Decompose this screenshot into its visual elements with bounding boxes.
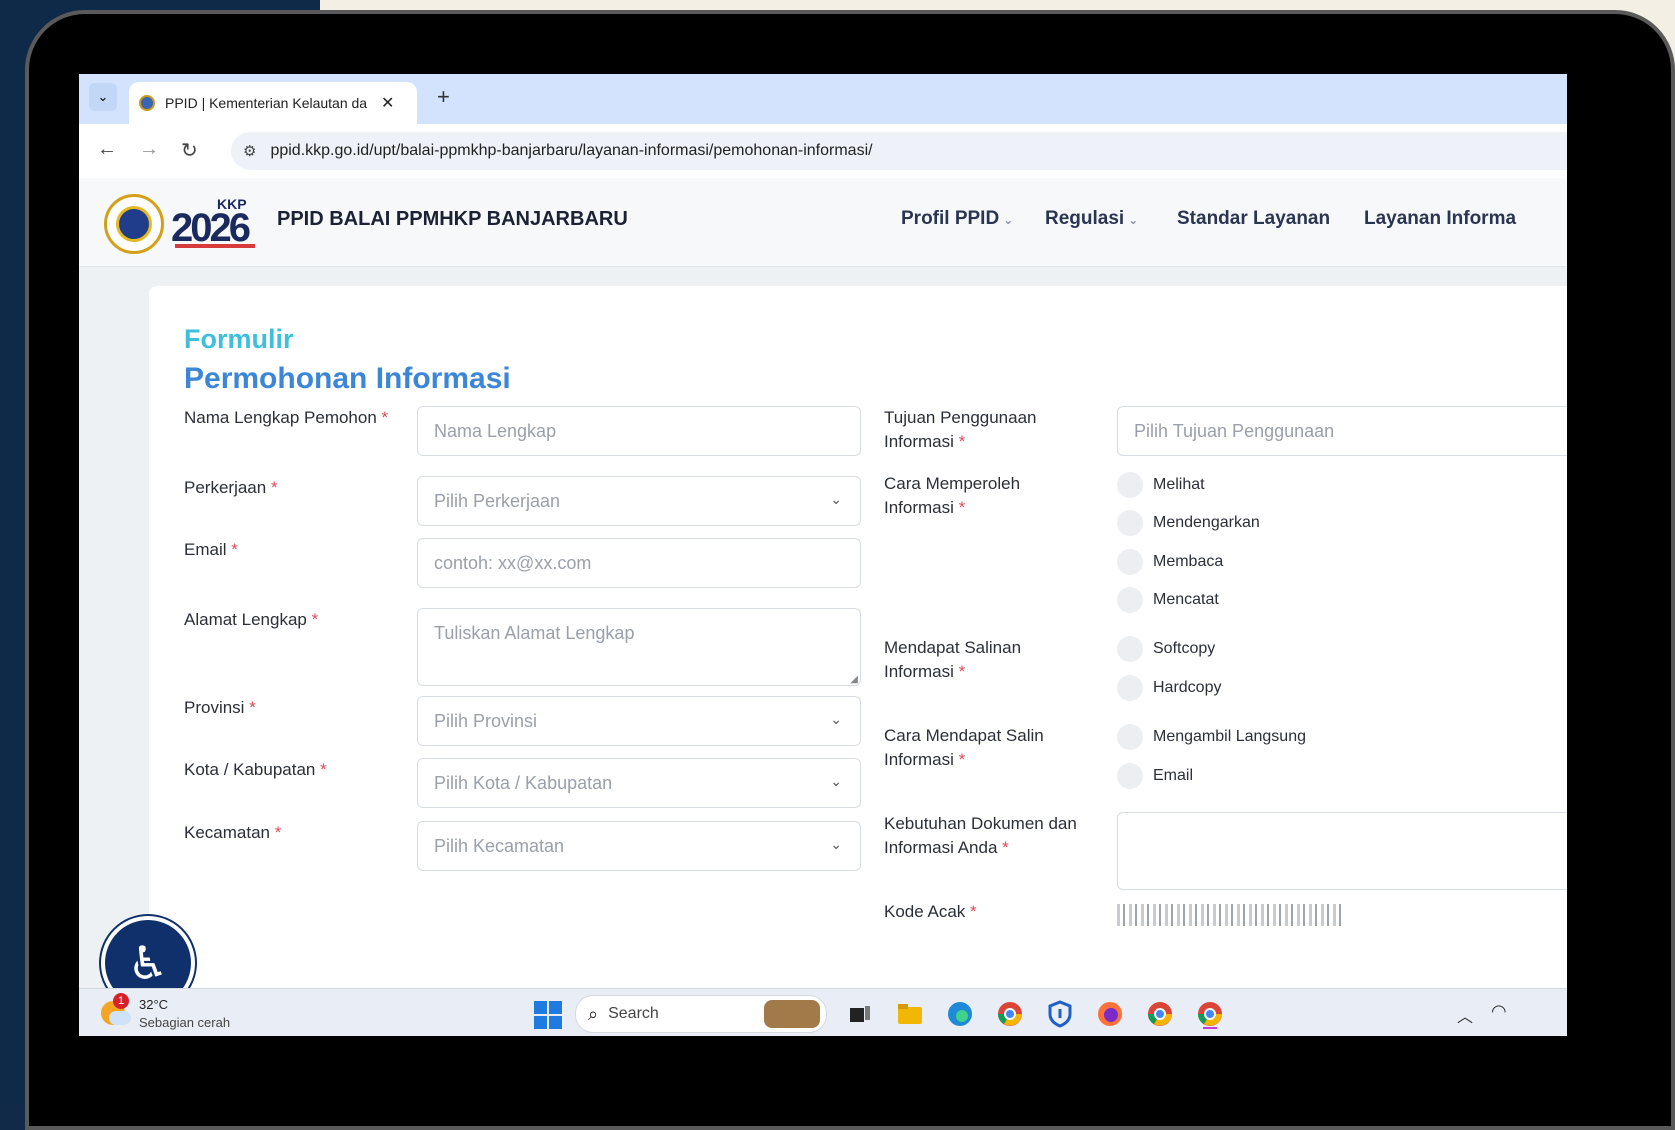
tablet-frame: ⌄ PPID | Kementerian Kelautan da ✕ + ← →… (25, 10, 1675, 1130)
nama-input[interactable]: Nama Lengkap (417, 406, 861, 456)
edge-icon[interactable] (945, 999, 975, 1029)
new-tab-button[interactable]: + (437, 84, 450, 110)
provinsi-label: Provinsi * (184, 698, 256, 717)
nav-layanan-informasi[interactable]: Layanan Informa (1364, 208, 1516, 230)
tab-search-chevron-icon[interactable]: ⌄ (89, 83, 117, 111)
reload-icon[interactable]: ↻ (181, 138, 198, 163)
weather-desc: Sebagian cerah (139, 1015, 231, 1030)
form-title-small: Formulir (184, 324, 294, 354)
radio-mendengarkan[interactable]: Mendengarkan (1117, 510, 1260, 536)
provinsi-select[interactable]: Pilih Provinsi ⌄ (417, 696, 861, 746)
tray-expand-icon[interactable]: ︿ (1457, 1003, 1473, 1027)
chevron-down-icon: ⌄ (830, 491, 842, 507)
radio-hardcopy[interactable]: Hardcopy (1117, 675, 1221, 701)
radio-membaca[interactable]: Membaca (1117, 549, 1223, 575)
cara-label: Cara Memperoleh Informasi * (884, 474, 1021, 517)
windows-taskbar: 1 32°C Sebagian cerah ⌕ Search ︿ ◠ (79, 988, 1567, 1036)
forward-arrow-icon[interactable]: → (139, 138, 159, 161)
captcha-image (1117, 904, 1342, 926)
site-settings-icon[interactable]: ⚙ (243, 142, 256, 160)
chrome-icon[interactable] (995, 999, 1025, 1029)
wifi-icon[interactable]: ◠ (1491, 1001, 1507, 1022)
kecamatan-select[interactable]: Pilih Kecamatan ⌄ (417, 821, 861, 871)
kode-acak-label: Kode Acak * (884, 902, 977, 921)
tab-title: PPID | Kementerian Kelautan da (165, 95, 368, 111)
weather-temp: 32°C (139, 997, 169, 1012)
radio-mencatat[interactable]: Mencatat (1117, 587, 1219, 613)
alamat-label: Alamat Lengkap * (184, 610, 319, 629)
chevron-down-icon: ⌄ (1003, 213, 1014, 227)
perkerjaan-label: Perkerjaan * (184, 478, 278, 497)
alamat-textarea[interactable]: Tuliskan Alamat Lengkap ◢ (417, 608, 861, 686)
chevron-down-icon: ⌄ (830, 836, 842, 852)
url-text: ppid.kkp.go.id/upt/balai-ppmkhp-banjarba… (270, 142, 873, 159)
weather-icon[interactable]: 1 (101, 993, 133, 1029)
perkerjaan-select[interactable]: Pilih Perkerjaan ⌄ (417, 476, 861, 526)
address-bar-row: ← → ↻ ⚙ ppid.kkp.go.id/upt/balai-ppmkhp-… (79, 124, 1567, 178)
search-highlight-icon (764, 1000, 820, 1028)
search-icon: ⌕ (588, 1003, 599, 1024)
file-explorer-icon[interactable] (895, 999, 925, 1029)
form-card: Formulir Permohonan Informasi Nama Lengk… (149, 286, 1567, 1006)
kebutuhan-textarea[interactable] (1117, 812, 1567, 890)
salinan-label: Mendapat Salinan Informasi * (884, 638, 1022, 681)
ministry-emblem-icon[interactable] (104, 194, 164, 254)
kecamatan-label: Kecamatan * (184, 823, 282, 842)
nav-standar-layanan[interactable]: Standar Layanan (1177, 208, 1330, 230)
kebutuhan-label: Kebutuhan Dokumen dan Informasi Anda * (884, 814, 1077, 857)
web-page: KKP 2026 PPID BALAI PPMHKP BANJARBARU Pr… (79, 178, 1567, 1010)
back-arrow-icon[interactable]: ← (97, 138, 117, 161)
kota-select[interactable]: Pilih Kota / Kabupatan ⌄ (417, 758, 861, 808)
chrome-profile-active-icon[interactable] (1195, 999, 1225, 1029)
chevron-down-icon: ⌄ (830, 711, 842, 727)
nama-label: Nama Lengkap Pemohon * (184, 408, 389, 427)
site-name[interactable]: PPID BALAI PPMHKP BANJARBARU (277, 208, 628, 231)
radio-melihat[interactable]: Melihat (1117, 472, 1205, 498)
kkp-2026-logo[interactable]: KKP 2026 (171, 196, 266, 252)
radio-softcopy[interactable]: Softcopy (1117, 636, 1215, 662)
resize-grip-icon: ◢ (850, 674, 858, 685)
email-label: Email * (184, 540, 238, 559)
windows-start-icon[interactable] (534, 1001, 562, 1029)
nav-regulasi[interactable]: Regulasi ⌄ (1045, 208, 1138, 230)
tujuan-select[interactable]: Pilih Tujuan Penggunaan (1117, 406, 1567, 456)
tujuan-label: Tujuan Penggunaan Informasi * (884, 408, 1037, 451)
browser-tab[interactable]: PPID | Kementerian Kelautan da ✕ (129, 82, 417, 124)
site-header: KKP 2026 PPID BALAI PPMHKP BANJARBARU Pr… (79, 178, 1567, 267)
email-input[interactable]: contoh: xx@xx.com (417, 538, 861, 588)
form-title: Permohonan Informasi (184, 362, 511, 395)
cara-salin-label: Cara Mendapat Salin Informasi * (884, 726, 1044, 769)
chrome-profile-icon[interactable] (1145, 999, 1175, 1029)
weather-badge: 1 (113, 993, 129, 1009)
chevron-down-icon: ⌄ (830, 773, 842, 789)
firefox-icon[interactable] (1095, 999, 1125, 1029)
security-shield-icon[interactable] (1045, 999, 1075, 1029)
tab-close-icon[interactable]: ✕ (381, 93, 394, 113)
kota-label: Kota / Kabupatan * (184, 760, 327, 779)
task-view-icon[interactable] (845, 999, 875, 1029)
favicon-icon (139, 95, 155, 111)
nav-profil-ppid[interactable]: Profil PPID ⌄ (901, 208, 1013, 230)
radio-email[interactable]: Email (1117, 763, 1193, 789)
chevron-down-icon: ⌄ (1128, 213, 1139, 227)
taskbar-search[interactable]: ⌕ Search (575, 995, 827, 1033)
browser-tab-bar: ⌄ PPID | Kementerian Kelautan da ✕ + (79, 74, 1567, 124)
radio-mengambil-langsung[interactable]: Mengambil Langsung (1117, 724, 1306, 750)
url-field[interactable]: ⚙ ppid.kkp.go.id/upt/balai-ppmkhp-banjar… (231, 132, 1567, 170)
screen: ⌄ PPID | Kementerian Kelautan da ✕ + ← →… (79, 74, 1567, 1036)
